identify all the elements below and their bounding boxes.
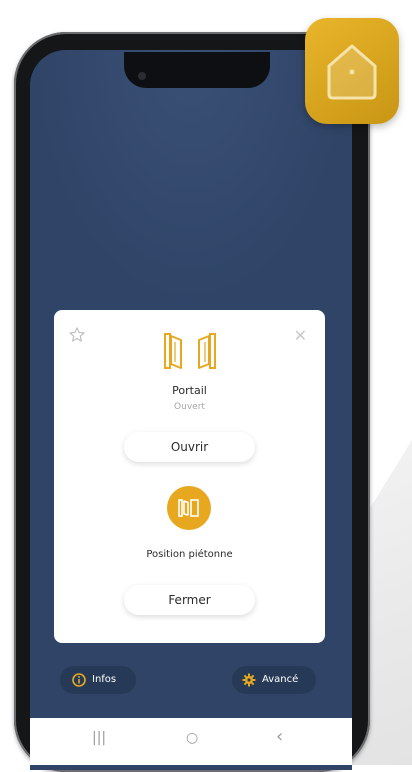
home-button[interactable]: ○	[186, 730, 198, 746]
pedestrian-button[interactable]	[167, 486, 211, 530]
home-app-icon[interactable]	[305, 18, 399, 124]
back-button[interactable]: ‹	[276, 726, 283, 747]
infos-button[interactable]: Infos	[60, 666, 136, 694]
front-camera	[138, 72, 146, 80]
avance-button[interactable]: Avancé	[232, 666, 316, 694]
device-status: Ouvert	[174, 402, 205, 412]
recents-button[interactable]: |||	[92, 730, 106, 746]
gate-icon	[164, 333, 216, 369]
device-card: ✕ Portail Ouvert Ouvrir Position piétonn…	[54, 310, 325, 643]
open-button[interactable]: Ouvrir	[124, 432, 255, 462]
infos-label: Infos	[92, 674, 117, 685]
close-gate-button[interactable]: Fermer	[124, 585, 255, 615]
info-icon	[72, 673, 86, 687]
close-icon[interactable]: ✕	[294, 328, 307, 344]
gear-icon	[242, 673, 256, 687]
phone-notch	[124, 52, 270, 88]
pedestrian-gate-icon	[178, 499, 199, 517]
android-nav-bar: ||| ○ ‹	[30, 718, 352, 765]
avance-label: Avancé	[262, 674, 299, 685]
star-icon[interactable]	[68, 326, 86, 344]
device-title: Portail	[172, 384, 207, 397]
pedestrian-label: Position piétonne	[146, 549, 233, 560]
